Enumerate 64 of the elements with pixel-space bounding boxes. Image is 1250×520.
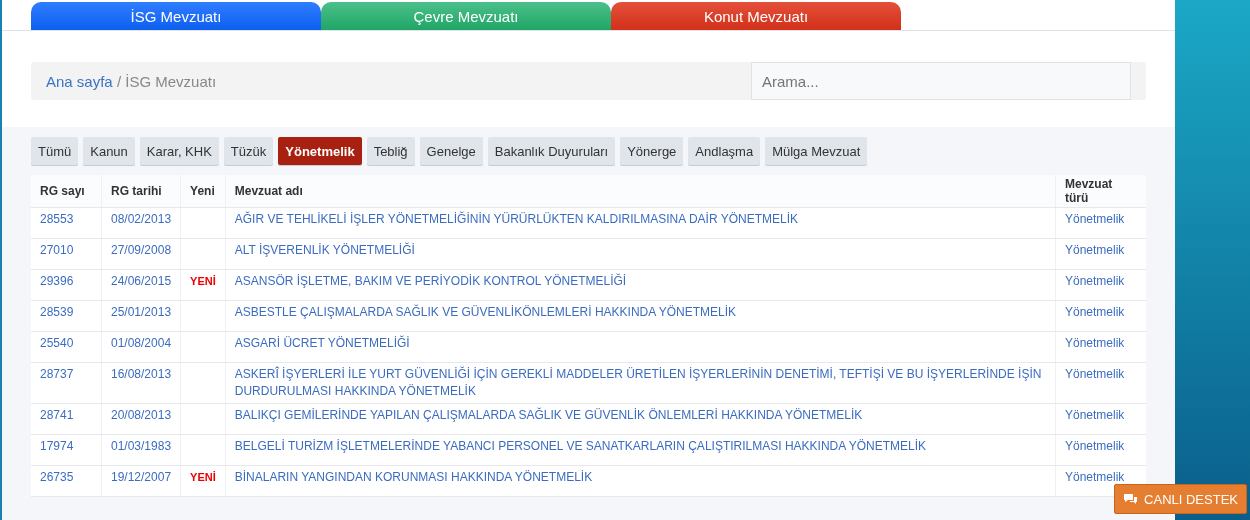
title-link[interactable]: ASBESTLE ÇALIŞMALARDA SAĞLIK VE GÜVENLİKÖNLEMLERİ HAKKINDA YÖNETMELİK — [225, 300, 1056, 332]
column-header: Mevzuat türü — [1055, 175, 1146, 208]
title-link[interactable]: BİNALARIN YANGINDAN KORUNMASI HAKKINDA YÖNETMELİK — [225, 465, 1056, 497]
filter-button[interactable]: Yönerge — [620, 137, 684, 165]
table-cell: 24/06/2015 — [101, 269, 181, 301]
new-label: YENİ — [190, 275, 216, 287]
table-cell — [180, 362, 226, 404]
table-cell: Yönetmelik — [1055, 269, 1146, 301]
title-link[interactable]: BELGELİ TURİZM İŞLETMELERİNDE YABANCI PERSONEL VE SANATKARLARIN ÇALIŞTIRILMASI HAKKINDA YÖNETMELİK — [225, 434, 1056, 466]
table-cell: 19/12/2007 — [101, 465, 181, 497]
table-cell: Yönetmelik — [1055, 331, 1146, 363]
table-cell: 27010 — [31, 238, 102, 270]
new-label: YENİ — [190, 471, 216, 483]
table-cell: 29396 — [31, 269, 102, 301]
title-link[interactable]: ASGARİ ÜCRET YÖNETMELİĞİ — [225, 331, 1056, 363]
table-cell: 01/03/1983 — [101, 434, 181, 466]
filter-button[interactable]: Kanun — [83, 137, 135, 165]
title-link[interactable]: BALIKÇI GEMİLERİNDE YAPILAN ÇALIŞMALARDA SAĞLIK VE GÜVENLİK ÖNLEMLERİ HAKKINDA YÖNETMELİK — [225, 403, 1056, 435]
filter-button[interactable]: Yönetmelik — [278, 137, 362, 165]
column-header: Mevzuat adı — [225, 175, 1056, 208]
title-link[interactable]: ASKERÎ İŞYERLERİ İLE YURT GÜVENLİĞİ İÇİN GEREKLİ MADDELER ÜRETİLEN İŞYERLERİNİN DENETİMİ, TEFTİŞİ VE BU İŞYERLERİNDE İŞİN DURDURULMASI HAKKINDA YÖNETMELİK — [225, 362, 1056, 404]
title-link[interactable]: ASANSÖR İŞLETME, BAKIM VE PERİYODİK KONTROL YÖNETMELİĞİ — [225, 269, 1056, 301]
table-cell: 08/02/2013 — [101, 207, 181, 239]
table-cell: 17974 — [31, 434, 102, 466]
filter-button[interactable]: Tümü — [31, 137, 79, 165]
breadcrumb: Ana sayfa / İSG Mevzuatı — [46, 72, 217, 90]
table-cell: 28553 — [31, 207, 102, 239]
column-header: RG tarihi — [101, 175, 181, 208]
filter-button[interactable]: Tebliğ — [366, 137, 415, 165]
table-cell: 28737 — [31, 362, 102, 404]
filter-button[interactable]: Karar, KHK — [139, 137, 219, 165]
table-cell: 27/09/2008 — [101, 238, 181, 270]
filter-button[interactable]: Genelge — [419, 137, 483, 165]
column-header: Yeni — [180, 175, 226, 208]
table-cell: 20/08/2013 — [101, 403, 181, 435]
filter-button[interactable]: Mülga Mevzuat — [765, 137, 868, 165]
home-link[interactable]: Ana sayfa — [46, 72, 113, 90]
table-cell: Yönetmelik — [1055, 300, 1146, 332]
filter-button[interactable]: Tüzük — [223, 137, 274, 165]
table-cell: Yönetmelik — [1055, 207, 1146, 239]
table-cell: Yönetmelik — [1055, 238, 1146, 270]
table-cell — [180, 207, 226, 239]
chat-icon — [1123, 493, 1139, 505]
search-field[interactable]: Arama... — [751, 62, 1131, 100]
table-cell: 25/01/2013 — [101, 300, 181, 332]
live-support-button[interactable]: CANLI DESTEK — [1114, 484, 1247, 514]
table-cell: 16/08/2013 — [101, 362, 181, 404]
table-cell: Yönetmelik — [1055, 434, 1146, 466]
title-link[interactable]: AĞIR VE TEHLİKELİ İŞLER YÖNETMELİĞİNİN YÜRÜRLÜKTEN KALDIRILMASINA DAİR YÖNETMELİK — [225, 207, 1056, 239]
column-header: RG sayı — [31, 175, 102, 208]
table-cell — [180, 403, 226, 435]
table-cell: 01/08/2004 — [101, 331, 181, 363]
table-cell: 26735 — [31, 465, 102, 497]
table-cell: 28741 — [31, 403, 102, 435]
category-tab[interactable]: Konut Mevzuatı — [611, 2, 901, 30]
table-cell — [180, 331, 226, 363]
filter-button[interactable]: Andlaşma — [688, 137, 761, 165]
category-tab[interactable]: İSG Mevzuatı — [31, 2, 321, 30]
table-cell: 25540 — [31, 331, 102, 363]
title-link[interactable]: ALT İŞVERENLİK YÖNETMELİĞİ — [225, 238, 1056, 270]
table-cell: Yönetmelik — [1055, 403, 1146, 435]
filter-button[interactable]: Bakanlık Duyuruları — [487, 137, 616, 165]
table-cell: Yönetmelik — [1055, 362, 1146, 404]
table-cell: 28539 — [31, 300, 102, 332]
